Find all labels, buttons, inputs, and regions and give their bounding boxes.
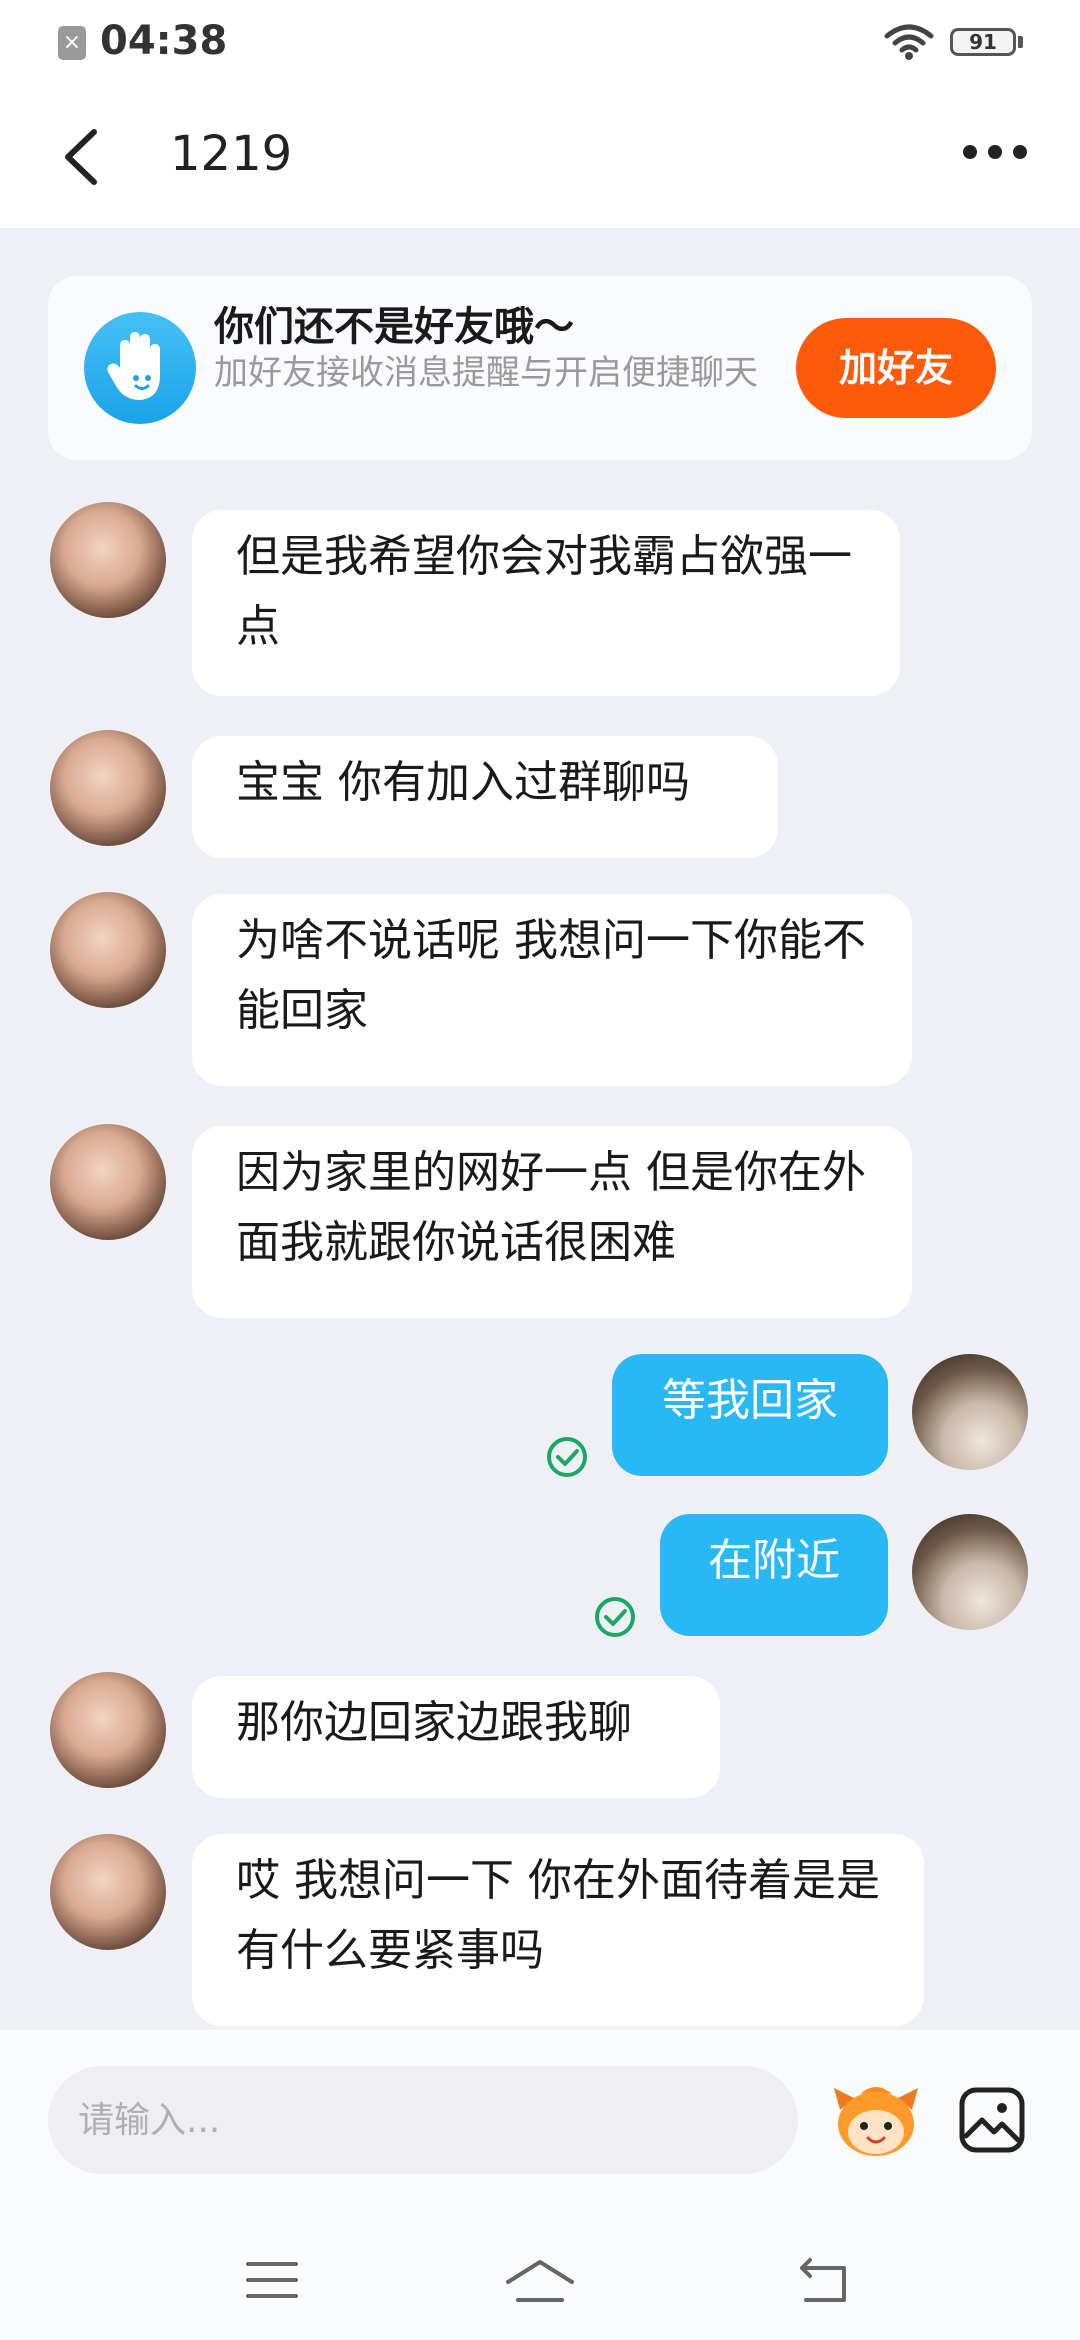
- add-friend-banner: 你们还不是好友哦～ 加好友接收消息提醒与开启便捷聊天 加好友: [48, 276, 1032, 460]
- contact-avatar[interactable]: [50, 892, 166, 1008]
- back-arrow-icon[interactable]: [794, 2256, 854, 2308]
- input-bar: [0, 2030, 1080, 2240]
- chevron-left-icon[interactable]: [56, 126, 108, 188]
- more-dots-icon[interactable]: [960, 142, 1030, 162]
- banner-title: 你们还不是好友哦～: [214, 304, 574, 350]
- message-bubble-outgoing[interactable]: 等我回家: [612, 1354, 888, 1476]
- my-avatar[interactable]: [912, 1354, 1028, 1470]
- title-bar: 1219: [0, 86, 1080, 228]
- home-icon[interactable]: [504, 2256, 576, 2308]
- contact-avatar[interactable]: [50, 502, 166, 618]
- message-bubble[interactable]: 但是我希望你会对我霸占欲强一点: [192, 510, 900, 696]
- banner-description: 加好友接收消息提醒与开启便捷聊天: [214, 353, 758, 393]
- read-check-icon: [595, 1597, 635, 1637]
- message-bubble-outgoing[interactable]: 在附近: [660, 1514, 888, 1636]
- add-friend-button[interactable]: 加好友: [796, 318, 996, 418]
- read-check-icon: [547, 1437, 587, 1477]
- message-bubble[interactable]: 那你边回家边跟我聊: [192, 1676, 720, 1798]
- my-avatar[interactable]: [912, 1514, 1028, 1630]
- message-bubble[interactable]: 宝宝 你有加入过群聊吗: [192, 736, 778, 858]
- emoji-face-icon[interactable]: [830, 2080, 922, 2160]
- chat-title: 1219: [170, 126, 293, 182]
- message-bubble[interactable]: 因为家里的网好一点 但是你在外面我就跟你说话很困难: [192, 1126, 912, 1318]
- battery-tip: [1018, 36, 1023, 48]
- wifi-icon: [884, 24, 934, 60]
- battery-icon: 91: [950, 28, 1016, 56]
- menu-icon[interactable]: [244, 2256, 300, 2306]
- system-nav-bar: [0, 2240, 1080, 2340]
- status-time: 04:38: [100, 18, 228, 64]
- contact-avatar[interactable]: [50, 1834, 166, 1950]
- contact-avatar[interactable]: [50, 1672, 166, 1788]
- image-icon[interactable]: [958, 2086, 1026, 2154]
- status-bar: × 04:38 91: [0, 0, 1080, 86]
- contact-avatar[interactable]: [50, 730, 166, 846]
- message-input[interactable]: [48, 2066, 798, 2174]
- message-bubble[interactable]: 哎 我想问一下 你在外面待着是是有什么要紧事吗: [192, 1834, 924, 2026]
- no-sim-icon: ×: [58, 26, 86, 60]
- hand-wave-icon: [84, 312, 196, 424]
- contact-avatar[interactable]: [50, 1124, 166, 1240]
- message-bubble[interactable]: 为啥不说话呢 我想问一下你能不能回家: [192, 894, 912, 1086]
